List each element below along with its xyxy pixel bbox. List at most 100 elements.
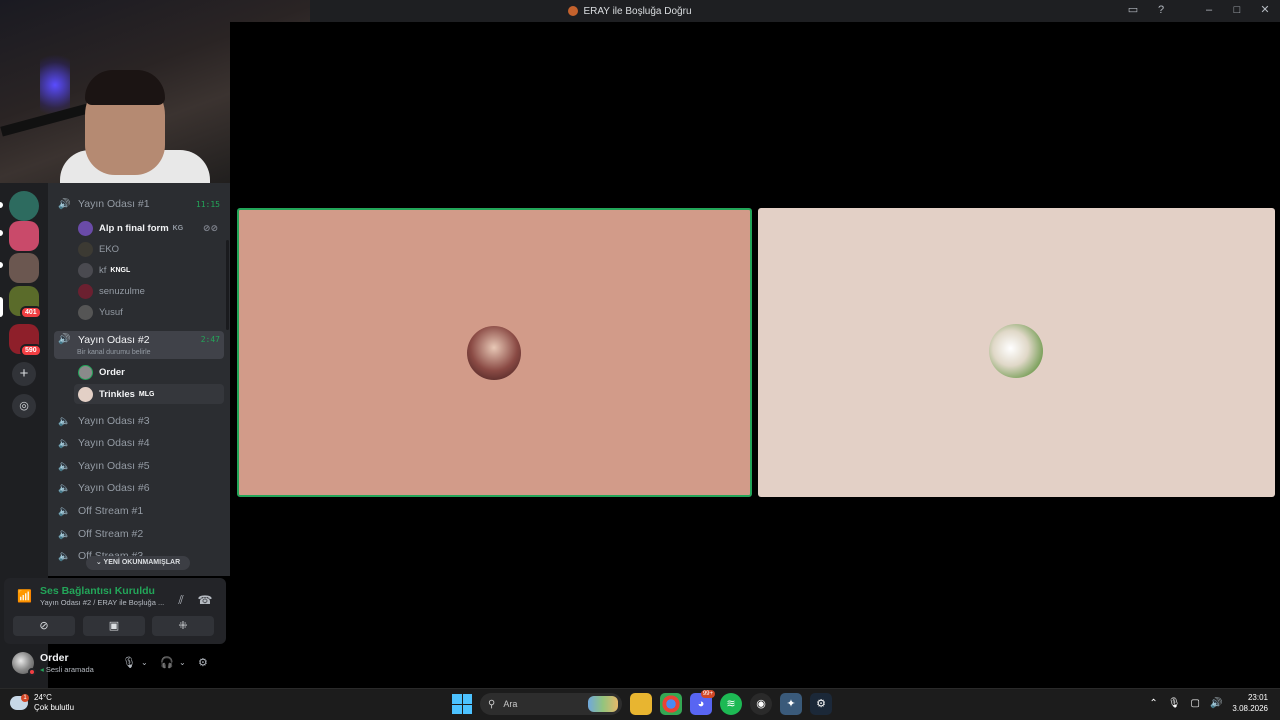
voice-channel-3[interactable]: 🔈 Yayın Odası #3 [54,411,224,431]
activities-button[interactable]: ⁜ [152,616,214,636]
voice-user[interactable]: senuzulme [74,281,224,301]
voice-user[interactable]: Trinkles MLG [74,384,224,404]
avatar[interactable] [12,652,36,676]
server-icon [568,6,579,16]
connection-location: Yayın Odası #2 / ERAY ile Boşluğa ... [40,598,165,607]
server-icon-2[interactable] [9,221,39,251]
server-indicator [0,230,3,236]
connection-status[interactable]: Ses Bağlantısı Kuruldu [40,585,155,597]
voice-user[interactable]: EKO [74,239,224,259]
speaker-icon: 🔈 [58,550,71,562]
voice-user[interactable]: Order [74,362,224,382]
help-icon[interactable]: ? [1154,3,1168,17]
volume-icon[interactable]: 🔊 [1210,698,1222,709]
participant-avatar [989,324,1043,378]
microphone-icon[interactable]: 🎙 [122,654,136,672]
camera-off-button[interactable]: ⊘ [13,616,75,636]
system-tray: ⌃ 🎙 ▢ 🔊 23:01 3.08.2026 [1149,692,1268,714]
participant-avatar [467,326,521,380]
chevron-down-icon[interactable]: ⌄ [179,654,186,672]
cloud-icon: 1 [10,694,29,710]
spotify-icon[interactable]: ≋ [720,693,742,715]
screen-share-button[interactable]: ▣ [83,616,145,636]
muted-deafened-icon: ⊘⊘ [202,222,218,233]
chevron-down-icon[interactable]: ⌄ [141,654,148,672]
avatar [78,283,93,299]
avatar [78,220,93,236]
username[interactable]: Order [40,652,69,664]
participant-tile[interactable] [758,208,1275,497]
weather-widget[interactable]: 1 24°C Çok bulutlu [10,693,74,713]
app-icon[interactable]: ✦ [780,693,802,715]
voice-channel-4[interactable]: 🔈 Yayın Odası #4 [54,433,224,453]
taskbar-search[interactable]: ⚲ Ara [480,693,622,715]
voice-connection-panel: 📶 Ses Bağlantısı Kuruldu Yayın Odası #2 … [4,578,226,644]
server-indicator [0,202,3,208]
voice-channel-5[interactable]: 🔈 Yayın Odası #5 [54,456,224,476]
server-icon-3[interactable] [9,253,39,283]
titlebar-controls: ▭ ? – □ ✕ [1126,3,1272,17]
streamer-hair [85,70,165,105]
add-server-button[interactable]: + [12,362,36,386]
obs-icon[interactable]: ◉ [750,693,772,715]
disconnect-icon[interactable]: ☎ [196,591,214,609]
voice-stage [230,22,1280,688]
server-staff[interactable] [9,191,39,221]
off-stream-1[interactable]: 🔈 Off Stream #1 [54,501,224,521]
taskbar-center: ⚲ Ara ◕ 99+ ≋ ◉ ✦ ⚙ [452,690,832,715]
noise-suppression-icon[interactable]: ⫽ [172,591,190,609]
avatar [78,364,93,380]
channel-duration: 11:15 [195,199,220,209]
file-explorer-icon[interactable] [630,693,652,715]
server-selected-indicator [0,297,3,317]
speaker-icon: 🔈 [58,437,71,449]
speaker-icon: 🔈 [58,528,71,540]
speaker-icon: 🔈 [58,482,71,494]
microphone-icon[interactable]: 🎙 [1168,698,1181,709]
speaker-icon: 🔊 [58,334,71,345]
chevron-up-icon[interactable]: ⌃ [1149,698,1157,709]
signal-icon[interactable]: 📶 [17,589,32,603]
voice-user[interactable]: Yusuf [74,302,224,322]
mention-badge: 590 [20,344,42,357]
avatar [78,386,93,402]
steam-icon[interactable]: ⚙ [810,693,832,715]
discover-icon[interactable]: ◎ [12,394,36,418]
voice-channel-6[interactable]: 🔈 Yayın Odası #6 [54,478,224,498]
new-unreads-button[interactable]: ⌄ YENİ OKUNMAMIŞLAR [86,556,190,570]
avatar [78,241,93,257]
maximize-button[interactable]: □ [1230,3,1244,17]
off-stream-2[interactable]: 🔈 Off Stream #2 [54,524,224,544]
voice-user[interactable]: kf KNGL [74,260,224,280]
server-indicator [0,262,3,268]
voice-channel-1[interactable]: 🔊 Yayın Odası #1 11:15 [54,194,224,214]
minimize-button[interactable]: – [1202,3,1216,17]
voice-icon: ◂ [40,665,44,674]
channel-list: 🔊 Yayın Odası #1 11:15 Alp n final form … [48,183,230,576]
search-icon: ⚲ [488,698,496,710]
settings-gear-icon[interactable]: ⚙ [198,654,208,672]
speaker-icon: 🔊 [58,198,71,210]
avatar [78,304,93,320]
speaker-icon: 🔈 [58,415,71,427]
participant-tile-speaking[interactable] [237,208,752,497]
window-title: ERAY ile Boşluğa Doğru [568,6,692,17]
weather-temp: 24°C [34,693,52,702]
channel-scrollbar[interactable] [226,240,229,330]
clock[interactable]: 23:01 3.08.2026 [1232,692,1268,714]
inbox-icon[interactable]: ▭ [1126,3,1140,17]
search-highlight-image [588,696,618,712]
weather-condition: Çok bulutlu [34,703,75,712]
mention-badge: 401 [20,306,42,319]
speaker-icon: 🔈 [58,505,71,517]
headphones-icon[interactable]: 🎧 [160,654,174,672]
start-button[interactable] [452,694,472,714]
display-icon[interactable]: ▢ [1191,698,1200,709]
close-button[interactable]: ✕ [1258,3,1272,17]
status-dot [28,668,36,676]
voice-user[interactable]: Alp n final form KG ⊘⊘ [74,218,224,238]
chrome-icon[interactable] [660,693,682,715]
speaker-icon: 🔈 [58,460,71,472]
channel-status[interactable]: Bir kanal durumu belirle [77,349,151,356]
discord-icon[interactable]: ◕ 99+ [690,690,715,715]
